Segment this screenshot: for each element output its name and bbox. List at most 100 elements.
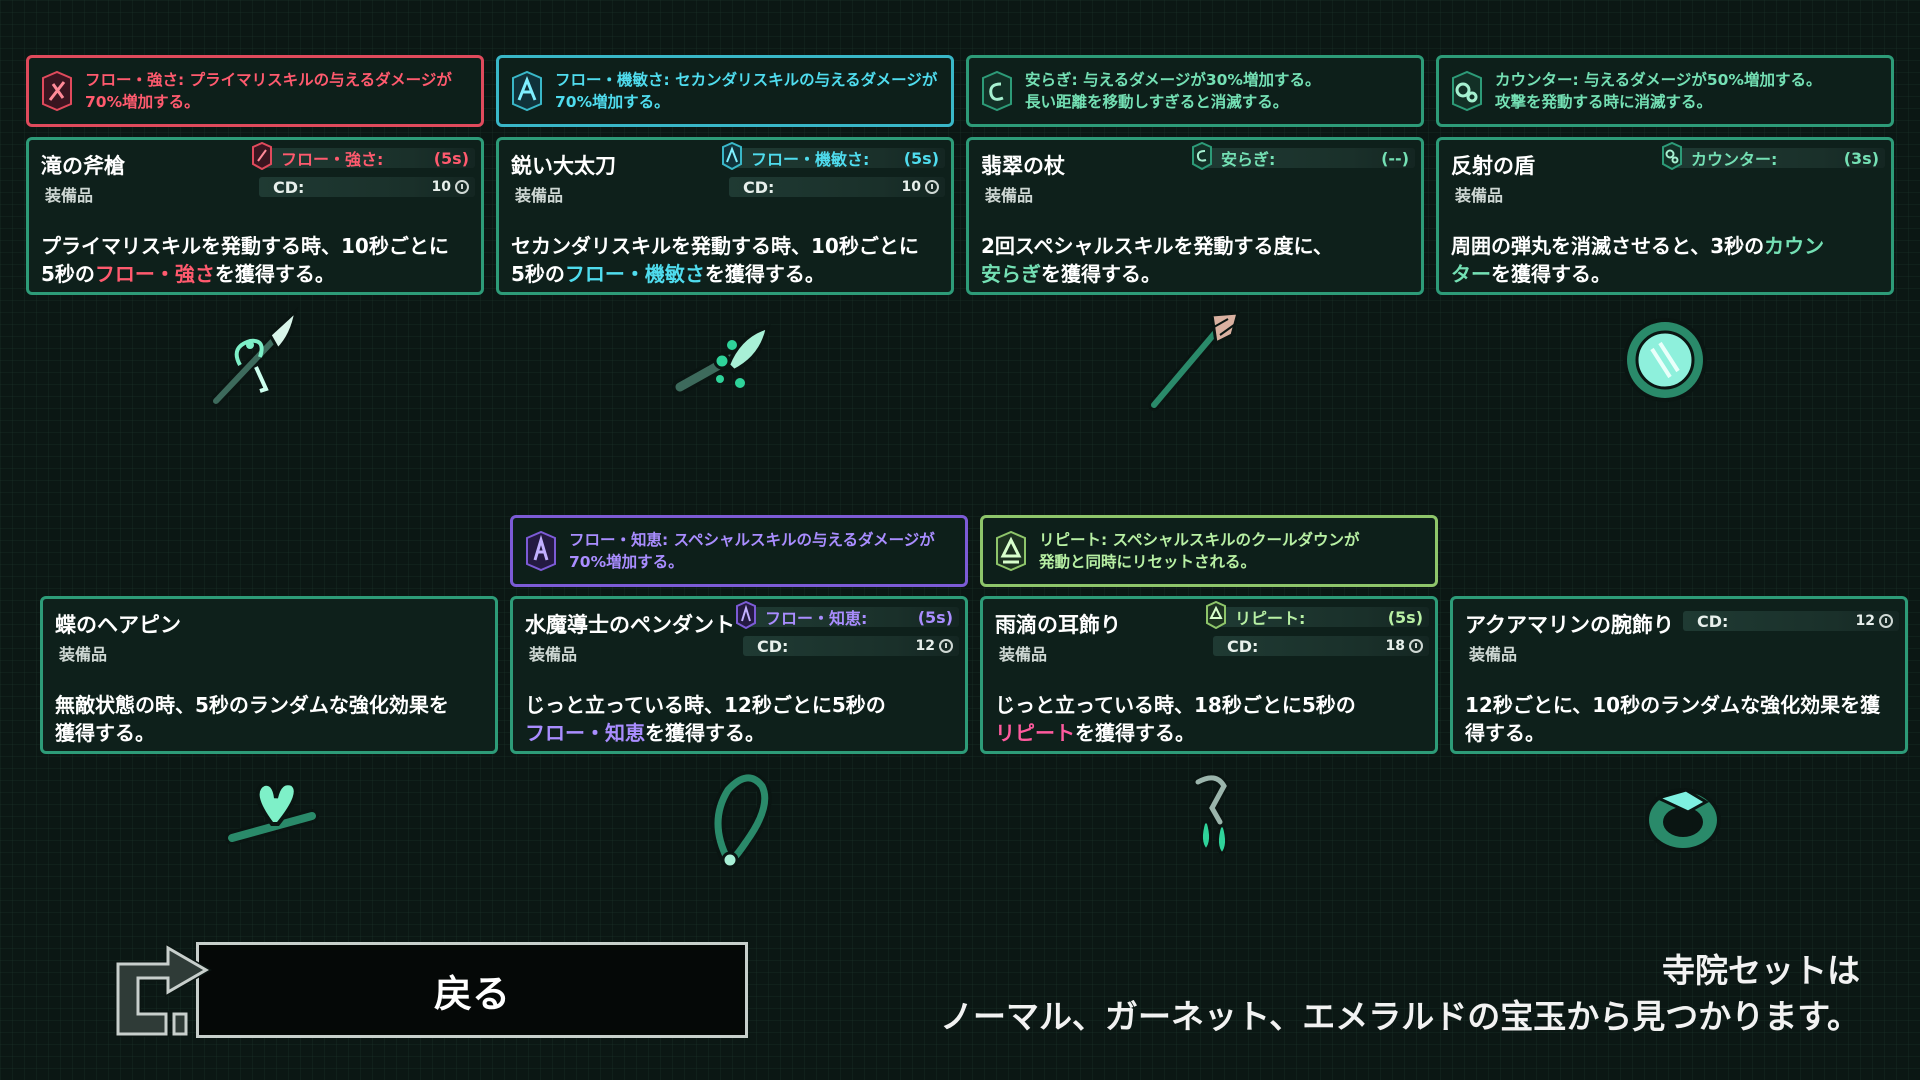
item-card-bracelet[interactable]: アクアマリンの腕飾り 装備品 CD: 12 12秒ごとに、10秒のランダムな強化… (1450, 596, 1908, 754)
tooltip-calm: 安らぎ: 与えるダメージが30%増加する。 長い距離を移動しすぎると消滅する。 (966, 55, 1424, 127)
desc-line: セカンダリスキルを発動する時、10秒ごとに (511, 234, 919, 258)
item-description: 2回スペシャルスキルを発動する度に、 安らぎを獲得する。 (981, 232, 1411, 288)
tooltip-text: カウンター: 与えるダメージが50%増加する。 攻撃を発動する時に消滅する。 (1495, 69, 1821, 113)
item-description: 周囲の弾丸を消滅させると、3秒のカウン ターを獲得する。 (1451, 232, 1881, 288)
desc-text: を獲得する。 (1491, 262, 1611, 286)
item-type: 装備品 (1469, 645, 1518, 664)
cooldown-value: 10 (432, 179, 469, 195)
tooltip-line: 発動と同時にリセットされる。 (1039, 553, 1257, 571)
desc-line: 周囲の弾丸を消滅させると、3秒のカウン (1451, 232, 1881, 260)
desc-line: フロー・知恵を獲得する。 (525, 719, 955, 747)
shield-icon[interactable] (1610, 305, 1720, 415)
buff-duration: (5s) (433, 148, 469, 168)
desc-text: を獲得する。 (704, 262, 825, 286)
counter-icon (1662, 142, 1682, 170)
cooldown-value: 12 (1856, 613, 1893, 629)
desc-line: 5秒のフロー・機敏さを獲得する。 (511, 260, 941, 288)
tooltip-text: フロー・知恵: スペシャルスキルの与えるダメージが70%増加する。 (569, 531, 935, 571)
clock-icon (455, 180, 469, 194)
clock-icon (1409, 639, 1423, 653)
item-card-shield[interactable]: 反射の盾 装備品 カウンター: (3s) 周囲の弾丸を消滅させると、3秒のカウン… (1436, 137, 1894, 295)
tooltip-repeat: リピート: スペシャルスキルのクールダウンが 発動と同時にリセットされる。 (980, 515, 1438, 587)
desc-text: 周囲の弾丸を消滅させると、3秒の (1451, 234, 1765, 258)
desc-line: 12秒ごとに、10秒のランダムな強化効果を獲 (1465, 693, 1881, 717)
tooltip-flow-agility: フロー・機敏さ: セカンダリスキルの与えるダメージが70%増加する。 (496, 55, 954, 127)
desc-line: じっと立っている時、12秒ごとに5秒の (525, 693, 886, 717)
desc-highlight: カウン (1764, 234, 1825, 258)
item-type: 装備品 (59, 645, 108, 664)
item-type: 装備品 (999, 645, 1048, 664)
cooldown-label: CD: (743, 177, 775, 197)
buff-duration: (--) (1381, 148, 1409, 168)
item-name: 反射の盾 (1451, 154, 1535, 178)
item-name: 雨滴の耳飾り (995, 613, 1121, 637)
desc-line: 獲得する。 (55, 721, 155, 745)
buff-duration: (3s) (1843, 148, 1879, 168)
clock-icon (939, 639, 953, 653)
item-card-earring[interactable]: 雨滴の耳飾り 装備品 リピート: (5s) CD: 18 じっと立っている時、1… (980, 596, 1438, 754)
cooldown-number: 18 (1385, 638, 1405, 654)
item-card-staff[interactable]: 翡翠の杖 装備品 安らぎ: (--) 2回スペシャルスキルを発動する度に、 安ら… (966, 137, 1424, 295)
buff-bar: カウンター: (3s) (1662, 142, 1885, 170)
item-type: 装備品 (1455, 186, 1504, 205)
desc-line: ターを獲得する。 (1451, 260, 1881, 288)
cooldown-bar: CD: 18 (1213, 636, 1429, 656)
cooldown-number: 10 (901, 179, 921, 195)
item-name: 水魔導士のペンダント (525, 613, 735, 637)
desc-line: じっと立っている時、18秒ごとに5秒の (995, 693, 1356, 717)
desc-line: 5秒のフロー・強さを獲得する。 (41, 260, 471, 288)
note-line: ノーマル、ガーネット、エメラルドの宝玉から見つかります。 (939, 997, 1860, 1036)
back-button-label: 戻る (433, 971, 510, 1016)
item-card-halberd[interactable]: 滝の斧槍 装備品 フロー・強さ: (5s) CD: 10 プライマリスキルを発動… (26, 137, 484, 295)
item-card-greatsword[interactable]: 鋭い大太刀 装備品 フロー・機敏さ: (5s) CD: 10 セカンダリスキルを… (496, 137, 954, 295)
item-card-hairpin[interactable]: 蝶のヘアピン 装備品 無敵状態の時、5秒のランダムな強化効果を 獲得する。 (40, 596, 498, 754)
flow-agility-icon (722, 142, 742, 170)
repeat-icon (1206, 601, 1226, 629)
back-button[interactable]: 戻る (196, 942, 748, 1038)
cooldown-value: 12 (916, 638, 953, 654)
halberd-icon[interactable] (200, 305, 310, 415)
pendant-icon[interactable] (688, 762, 798, 872)
item-name: 鋭い大太刀 (511, 154, 616, 178)
cooldown-value: 10 (902, 179, 939, 195)
item-description: プライマリスキルを発動する時、10秒ごとに 5秒のフロー・強さを獲得する。 (41, 232, 471, 288)
desc-line: リピートを獲得する。 (995, 719, 1425, 747)
hairpin-icon[interactable] (218, 762, 328, 872)
cooldown-value: 18 (1386, 638, 1423, 654)
tooltip-line: 安らぎ: 与えるダメージが30%増加する。 (1025, 71, 1321, 89)
buff-bar: リピート: (5s) (1206, 601, 1429, 629)
buff-bar: フロー・知恵: (5s) (736, 601, 959, 629)
desc-line: 安らぎを獲得する。 (981, 260, 1411, 288)
bracelet-icon[interactable] (1628, 762, 1738, 872)
cooldown-number: 12 (915, 638, 935, 654)
desc-text: 5秒の (511, 262, 565, 286)
buff-label: カウンター: (1691, 150, 1778, 169)
counter-icon (1452, 70, 1482, 112)
desc-line: 得する。 (1465, 721, 1545, 745)
cooldown-number: 12 (1855, 613, 1875, 629)
tooltip-flow-wisdom: フロー・知恵: スペシャルスキルの与えるダメージが70%増加する。 (510, 515, 968, 587)
earring-icon[interactable] (1158, 762, 1268, 872)
item-description: セカンダリスキルを発動する時、10秒ごとに 5秒のフロー・機敏さを獲得する。 (511, 232, 941, 288)
item-card-pendant[interactable]: 水魔導士のペンダント 装備品 フロー・知恵: (5s) CD: 12 じっと立っ… (510, 596, 968, 754)
cooldown-number: 10 (431, 179, 451, 195)
desc-text: を獲得する。 (645, 721, 765, 745)
buff-label: リピート: (1235, 609, 1306, 628)
cooldown-bar: CD: 10 (729, 177, 945, 197)
desc-line: プライマリスキルを発動する時、10秒ごとに (41, 234, 449, 258)
return-arrow-icon[interactable] (112, 936, 212, 1040)
cooldown-label: CD: (273, 177, 305, 197)
tooltip-line: 長い距離を移動しすぎると消滅する。 (1025, 93, 1289, 111)
item-name: 蝶のヘアピン (55, 613, 181, 637)
staff-icon[interactable] (1140, 305, 1250, 415)
item-description: 12秒ごとに、10秒のランダムな強化効果を獲 得する。 (1465, 691, 1895, 747)
desc-text: 5秒の (41, 262, 95, 286)
buff-duration: (5s) (917, 607, 953, 627)
greatsword-icon[interactable] (670, 305, 780, 415)
cooldown-label: CD: (1227, 636, 1259, 656)
tooltip-flow-strength: フロー・強さ: プライマリスキルの与えるダメージが70%増加する。 (26, 55, 484, 127)
desc-line: 無敵状態の時、5秒のランダムな強化効果を (55, 693, 449, 717)
tooltip-line: 攻撃を発動する時に消滅する。 (1495, 93, 1713, 111)
tooltip-line: リピート: スペシャルスキルのクールダウンが (1039, 531, 1360, 549)
tooltip-text: リピート: スペシャルスキルのクールダウンが 発動と同時にリセットされる。 (1039, 529, 1360, 573)
